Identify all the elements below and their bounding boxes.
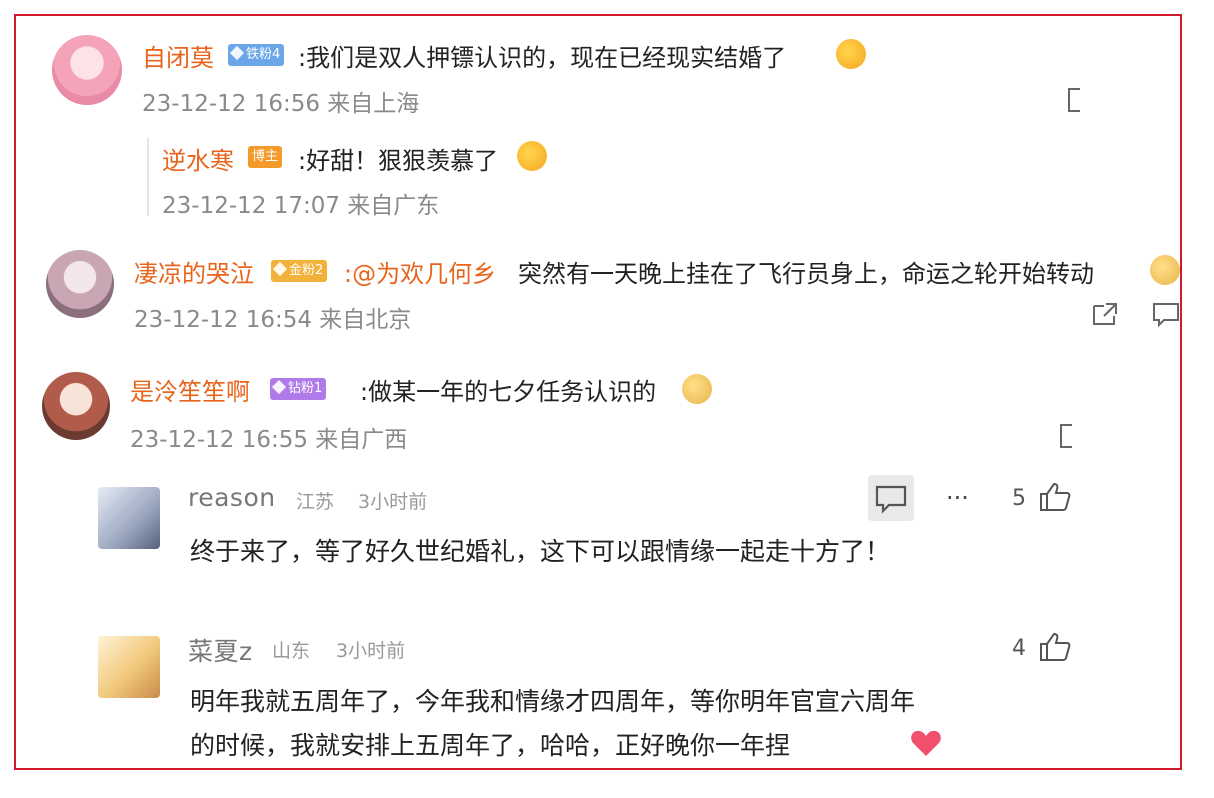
share-icon[interactable] <box>1068 88 1080 112</box>
comment-text: :做某一年的七夕任务认识的 <box>360 378 657 406</box>
heart-eyes-emoji-icon <box>517 141 547 171</box>
thinking-emoji-icon <box>836 39 866 69</box>
mention-link[interactable]: :@为欢几何乡 <box>344 254 496 289</box>
share-icon[interactable] <box>1060 424 1072 448</box>
avatar[interactable] <box>42 372 110 440</box>
location: 江苏 <box>296 491 335 513</box>
reply-divider <box>147 138 149 216</box>
avatar[interactable] <box>98 487 160 549</box>
owner-badge: 博主 <box>248 146 283 168</box>
comment-icon[interactable] <box>1152 300 1180 328</box>
comment-meta: 23-12-12 16:54 来自北京 <box>134 307 412 333</box>
subcomment-text: 终于来了，等了好久世纪婚礼，这下可以跟情缘一起走十方了！ <box>190 537 891 566</box>
subcomment-text-line1: 明年我就五周年了，今年我和情缘才四周年，等你明年官宣六周年 <box>190 687 916 716</box>
fan-badge: 金粉2 <box>271 260 328 282</box>
like-count: 5 <box>1012 486 1026 511</box>
comment-meta: 23-12-12 16:56 来自上海 <box>142 91 420 117</box>
diamond-icon <box>271 379 287 395</box>
like-count: 4 <box>1012 636 1026 661</box>
more-options-button[interactable]: ··· <box>946 484 969 512</box>
fan-badge: 钻粉1 <box>270 378 327 400</box>
gold-icon <box>272 261 288 277</box>
reply-username[interactable]: 逆水寒 <box>162 141 234 176</box>
avatar[interactable] <box>52 35 122 105</box>
reply-text: :好甜！狠狠羡慕了 <box>298 147 499 175</box>
share-icon[interactable] <box>1090 300 1120 328</box>
username[interactable]: 是泠笙笙啊 <box>130 372 250 407</box>
diamond-icon <box>229 45 245 61</box>
comment-meta: 23-12-12 16:55 来自广西 <box>130 427 408 453</box>
timestamp: 3小时前 <box>336 640 406 662</box>
comment-text: 突然有一天晚上挂在了飞行员身上，命运之轮开始转动 <box>518 260 1094 288</box>
dog-emoji-icon <box>1150 255 1180 285</box>
avatar[interactable] <box>98 636 160 698</box>
fan-badge: 铁粉4 <box>228 44 285 66</box>
reply-meta: 23-12-12 17:07 来自广东 <box>162 193 440 219</box>
thumbs-up-icon[interactable] <box>1038 481 1072 513</box>
subcomment-text-line2: 的时候，我就安排上五周年了，哈哈，正好晚你一年捏 <box>190 731 791 760</box>
thumbs-up-icon[interactable] <box>1038 631 1072 663</box>
dog-emoji-icon <box>682 374 712 404</box>
heart-emoji-icon <box>911 730 941 756</box>
avatar[interactable] <box>46 250 114 318</box>
comment-text: :我们是双人押镖认识的，现在已经现实结婚了 <box>298 44 787 72</box>
username[interactable]: 菜夏z <box>188 632 253 668</box>
reply-button[interactable] <box>868 475 914 521</box>
username[interactable]: 凄凉的哭泣 <box>134 254 254 289</box>
location: 山东 <box>272 640 311 662</box>
timestamp: 3小时前 <box>358 491 428 513</box>
comment-icon <box>875 485 907 514</box>
username[interactable]: 自闭莫 <box>142 38 214 73</box>
username[interactable]: reason <box>188 483 276 512</box>
